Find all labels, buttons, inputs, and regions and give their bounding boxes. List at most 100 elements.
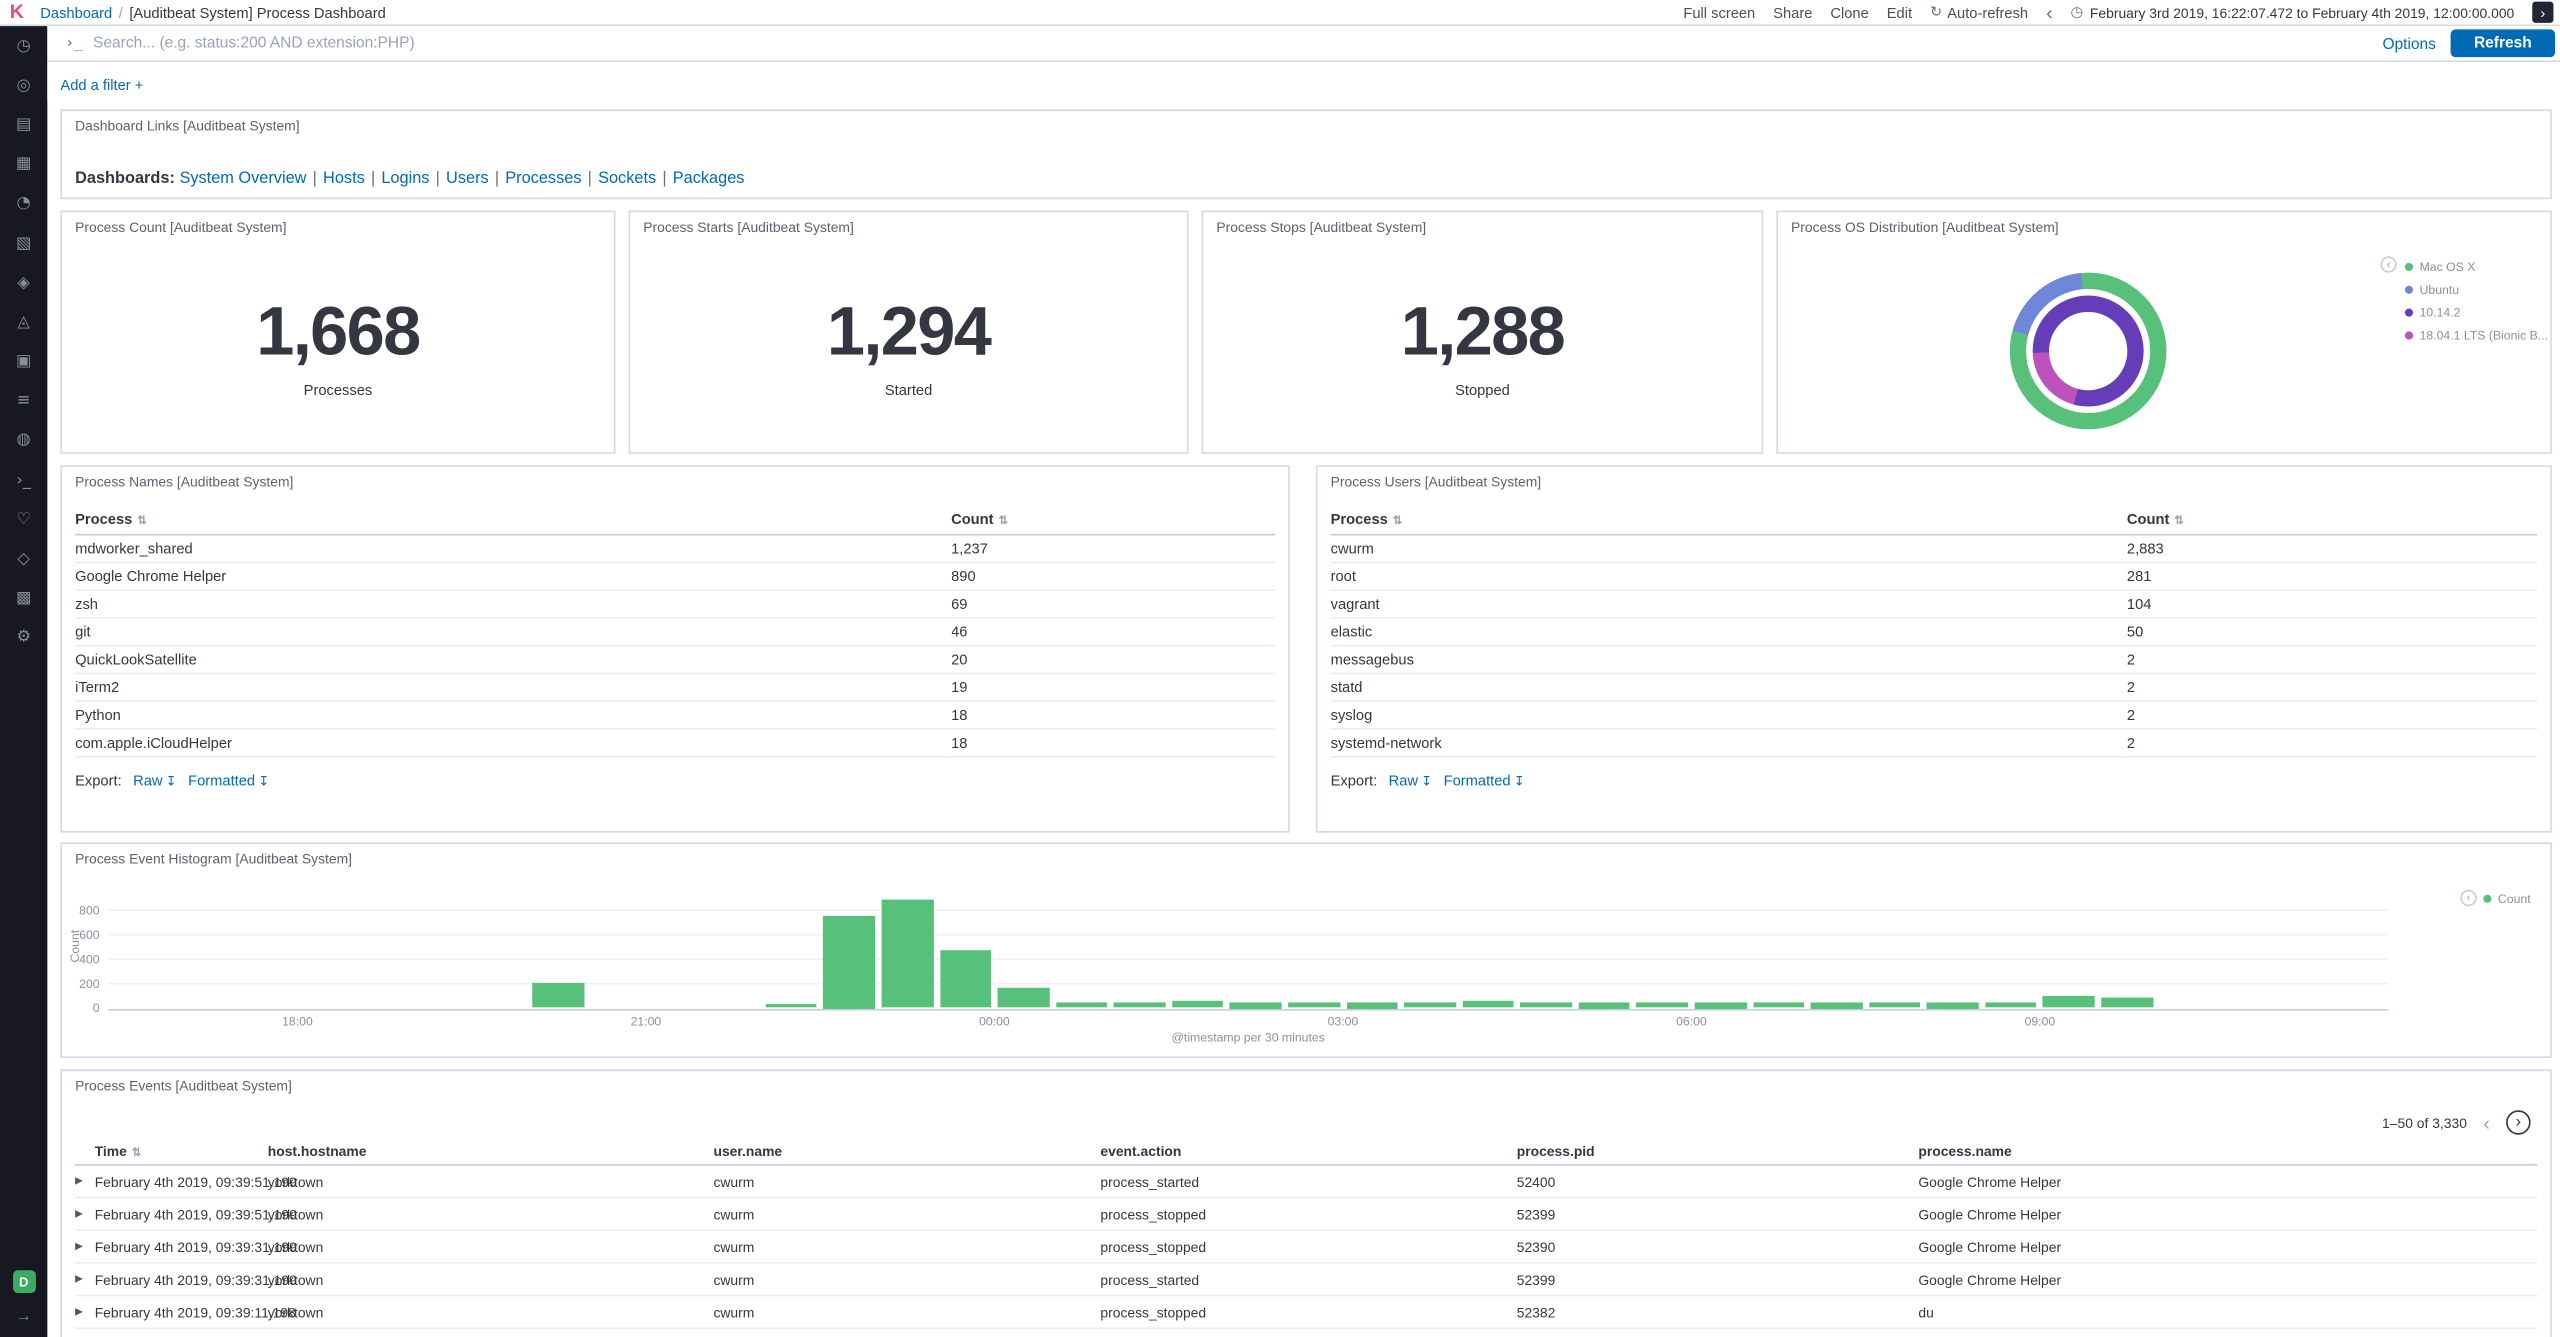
histogram-bar[interactable] xyxy=(1868,1002,1921,1009)
breadcrumb-dashboard-link[interactable]: Dashboard xyxy=(40,4,112,20)
histogram-bar[interactable] xyxy=(1346,1001,1398,1009)
dashboard-link-packages[interactable]: Packages xyxy=(673,170,745,188)
time-range-picker[interactable]: ◷ February 3rd 2019, 16:22:07.472 to Feb… xyxy=(2071,3,2515,21)
histogram-bar[interactable] xyxy=(2043,996,2095,1009)
column-header-process[interactable]: Process ⇅ xyxy=(1330,506,2127,536)
histogram-bar[interactable] xyxy=(2101,997,2153,1009)
legend-toggle-icon[interactable]: ‹ xyxy=(2460,889,2477,907)
logs-icon[interactable]: ≡ xyxy=(0,382,47,421)
column-header-event-action[interactable]: event.action xyxy=(1100,1140,1181,1164)
event-cell: Google Chrome Helper xyxy=(1918,1206,2062,1223)
table-row: elastic 50 xyxy=(1330,617,2538,647)
histogram-bar[interactable] xyxy=(997,988,1050,1009)
histogram-bar[interactable] xyxy=(1113,1003,1166,1009)
dashboard-link-processes[interactable]: Processes xyxy=(505,170,581,188)
histogram-bar[interactable] xyxy=(1752,1003,1805,1009)
monitoring-icon[interactable]: ♡ xyxy=(0,500,47,539)
search-input[interactable] xyxy=(93,26,2347,61)
column-header-count[interactable]: Count ⇅ xyxy=(951,506,1276,536)
dev-tools-icon[interactable]: ›_ xyxy=(0,461,47,500)
expand-row-icon[interactable]: ▶ xyxy=(75,1198,83,1231)
full-screen-button[interactable]: Full screen xyxy=(1683,4,1755,20)
histogram-bar[interactable] xyxy=(765,1004,817,1009)
canvas-icon[interactable]: ▧ xyxy=(0,224,47,263)
time-forward-icon[interactable]: › xyxy=(2532,1,2554,23)
expand-nav-icon[interactable]: → xyxy=(16,1308,32,1326)
column-header-process[interactable]: Process ⇅ xyxy=(75,506,952,536)
histogram-bar[interactable] xyxy=(881,899,934,1009)
management-icon[interactable]: ⚙ xyxy=(0,618,47,657)
histogram-bar[interactable] xyxy=(1462,1001,1514,1009)
export-raw-link[interactable]: Raw ↧ xyxy=(133,772,177,788)
graph-icon[interactable]: ◇ xyxy=(0,539,47,578)
process-names-table: Process ⇅ Count ⇅ mdworker_shared 1,237 Google… xyxy=(75,506,1276,758)
refresh-button[interactable]: Refresh xyxy=(2450,29,2556,58)
metric-value: 1,294 xyxy=(826,292,992,369)
clone-button[interactable]: Clone xyxy=(1830,4,1868,20)
event-cell: February 4th 2019, 09:39:51.199 xyxy=(94,1173,297,1191)
infrastructure-icon[interactable]: ▣ xyxy=(0,342,47,381)
auto-refresh-button[interactable]: ↻ Auto-refresh xyxy=(1930,3,2028,21)
options-link[interactable]: Options xyxy=(2382,36,2435,54)
maps-icon[interactable]: ◈ xyxy=(0,263,47,302)
column-header-host-hostname[interactable]: host.hostname xyxy=(268,1140,367,1164)
histogram-bar[interactable] xyxy=(533,982,585,1009)
legend-item[interactable]: Mac OS X xyxy=(2404,260,2548,274)
histogram-bar[interactable] xyxy=(1404,1003,1456,1009)
apm-icon[interactable]: ◍ xyxy=(0,421,47,460)
histogram-bar[interactable] xyxy=(939,950,992,1009)
recently-viewed-icon[interactable]: ◷ xyxy=(0,26,47,65)
histogram-bar[interactable] xyxy=(1578,1001,1631,1009)
dashboard-link-sockets[interactable]: Sockets xyxy=(598,170,656,188)
legend-item[interactable]: 18.04.1 LTS (Bionic B... xyxy=(2404,328,2548,343)
dashboard-link-users[interactable]: Users xyxy=(446,170,489,188)
histogram-bar[interactable] xyxy=(823,915,875,1009)
column-header-process-pid[interactable]: process.pid xyxy=(1517,1140,1595,1164)
expand-row-icon[interactable]: ▶ xyxy=(75,1296,83,1329)
expand-row-icon[interactable]: ▶ xyxy=(75,1264,83,1297)
dashboard-icon[interactable]: ▦ xyxy=(0,145,47,184)
time-back-icon[interactable]: ‹ xyxy=(2046,2,2053,22)
histogram-bar[interactable] xyxy=(1926,1001,1979,1009)
column-header-count[interactable]: Count ⇅ xyxy=(2126,506,2538,536)
histogram-bar[interactable] xyxy=(1288,1002,1340,1009)
histogram-bar[interactable] xyxy=(1694,1001,1747,1009)
export-formatted-link[interactable]: Formatted ↧ xyxy=(1444,772,1525,788)
space-avatar[interactable]: D xyxy=(12,1270,36,1294)
table-row: mdworker_shared 1,237 xyxy=(75,534,1276,564)
timelion-icon[interactable]: ◔ xyxy=(0,184,47,223)
legend-item[interactable]: Ubuntu xyxy=(2404,282,2548,297)
share-button[interactable]: Share xyxy=(1773,4,1812,20)
visualize-icon[interactable]: ▤ xyxy=(0,105,47,144)
table-row: cwurm 2,883 xyxy=(1330,534,2538,564)
dashboard-link-hosts[interactable]: Hosts xyxy=(323,170,365,188)
add-filter-link[interactable]: Add a filter + xyxy=(60,77,143,93)
kibana-logo[interactable]: K xyxy=(10,0,24,24)
column-header-process-name[interactable]: process.name xyxy=(1918,1140,2011,1164)
histogram-bar[interactable] xyxy=(1055,1002,1108,1009)
dashboard-link-system-overview[interactable]: System Overview xyxy=(179,170,306,188)
histogram-bar[interactable] xyxy=(1229,1001,1282,1009)
expand-row-icon[interactable]: ▶ xyxy=(75,1166,83,1199)
index-management-icon[interactable]: ▩ xyxy=(0,579,47,618)
column-header-user-name[interactable]: user.name xyxy=(713,1140,782,1164)
dashboard-link-logins[interactable]: Logins xyxy=(381,170,429,188)
column-header-time[interactable]: Time ⇅ xyxy=(95,1140,142,1166)
legend-toggle-icon[interactable]: ‹ xyxy=(2380,256,2397,273)
histogram-bar[interactable] xyxy=(1171,1001,1224,1009)
histogram-bar[interactable] xyxy=(1520,1002,1572,1009)
expand-row-icon[interactable]: ▶ xyxy=(75,1231,83,1264)
legend-item[interactable]: 10.14.2 xyxy=(2404,305,2548,320)
edit-button[interactable]: Edit xyxy=(1887,4,1912,20)
histogram-bar[interactable] xyxy=(1810,1001,1863,1009)
event-cell: 52400 xyxy=(1516,1173,1556,1191)
histogram-legend[interactable]: ‹ Count xyxy=(2460,889,2531,907)
machine-learning-icon[interactable]: ◬ xyxy=(0,303,47,342)
export-raw-link[interactable]: Raw ↧ xyxy=(1389,772,1433,788)
x-axis-title: @timestamp per 30 minutes xyxy=(1171,1030,1325,1045)
export-formatted-link[interactable]: Formatted ↧ xyxy=(188,772,269,788)
histogram-bar[interactable] xyxy=(1636,1002,1689,1009)
os-donut-chart[interactable] xyxy=(2009,272,2167,430)
histogram-bar[interactable] xyxy=(1985,1002,2037,1009)
discover-icon[interactable]: ◎ xyxy=(0,66,47,105)
